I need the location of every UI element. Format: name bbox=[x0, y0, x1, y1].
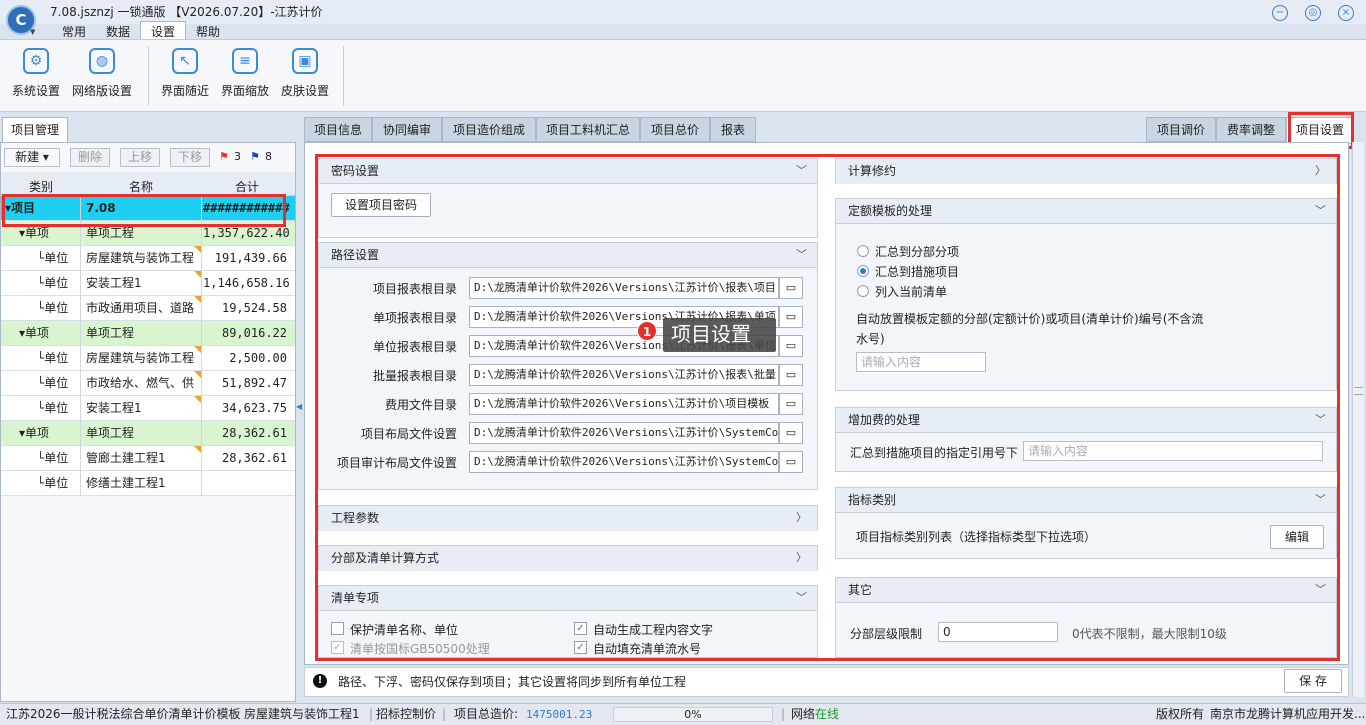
palette-icon: ▣ bbox=[292, 48, 318, 74]
status-template: 江苏2026一般计税法综合单价清单计价模板 bbox=[6, 707, 241, 721]
ribbon-separator bbox=[343, 46, 344, 106]
tab-price-adjust[interactable]: 项目调价 bbox=[1146, 117, 1216, 142]
globe-icon: ◍ bbox=[89, 48, 115, 74]
ui-zoom-button[interactable]: ≡ 界面缩放 bbox=[221, 48, 269, 99]
cursor-icon: ↖ bbox=[172, 48, 198, 74]
menu-tab-common[interactable]: 常用 bbox=[52, 22, 96, 40]
network-settings-button[interactable]: ◍ 网络版设置 bbox=[72, 48, 132, 99]
save-button[interactable]: 保 存 bbox=[1284, 669, 1342, 693]
status-network-state: 在线 bbox=[815, 707, 840, 721]
tab-cost-composition[interactable]: 项目造价组成 bbox=[442, 117, 536, 142]
col-type-header: 类别 bbox=[29, 180, 54, 194]
tree-row-unit[interactable]: └单位 安装工程1 34,623.75 bbox=[1, 396, 295, 421]
tree-row-unit[interactable]: └单位 安装工程1 1,146,658.16 bbox=[1, 271, 295, 296]
tree-row-unit[interactable]: └单位 房屋建筑与装饰工程 191,439.66 bbox=[1, 246, 295, 271]
progress-bar: 0% bbox=[613, 707, 773, 722]
tab-rate-adjust[interactable]: 费率调整 bbox=[1216, 117, 1286, 142]
step-badge: 1 bbox=[637, 321, 657, 341]
tooltip: 项目设置 bbox=[663, 318, 776, 352]
menu-tab-data[interactable]: 数据 bbox=[96, 22, 140, 40]
ribbon: ⚙ 系统设置 ◍ 网络版设置 ↖ 界面随近 ≡ 界面缩放 ▣ 皮肤设置 bbox=[0, 39, 1366, 112]
tree-row-unit[interactable]: └单位 修缮土建工程1 bbox=[1, 471, 295, 496]
gear-icon: ⚙ bbox=[23, 48, 49, 74]
tab-total-price[interactable]: 项目总价 bbox=[640, 117, 710, 142]
ui-follow-button[interactable]: ↖ 界面随近 bbox=[161, 48, 209, 99]
new-button[interactable]: 新建 ▾ bbox=[4, 148, 60, 167]
col-total-header: 合计 bbox=[235, 180, 260, 194]
tab-collab-review[interactable]: 协同编审 bbox=[372, 117, 442, 142]
status-copyright: 版权所有 bbox=[1156, 707, 1205, 721]
status-total-value: 1475001.23 bbox=[526, 708, 593, 721]
status-unit: 房屋建筑与装饰工程1 bbox=[244, 707, 360, 721]
logo-dropdown-icon[interactable]: ▼ bbox=[30, 28, 35, 36]
window-title: 7.08.jsznzj 一锁通版 【V2026.07.20】-江苏计价 bbox=[50, 5, 323, 19]
highlight-settings-area bbox=[315, 154, 1340, 661]
notice-text: 路径、下浮、密码仅保存到项目；其它设置将同步到所有单位工程 bbox=[338, 675, 687, 689]
tree-row-single[interactable]: ▾单项 单项工程 89,016.22 bbox=[1, 321, 295, 346]
menu-tabs: 常用 数据 设置 帮助 bbox=[52, 21, 230, 39]
status-total-label: 项目总造价: bbox=[454, 707, 519, 721]
collapse-arrow-icon[interactable]: ◀ bbox=[296, 402, 302, 411]
tree-row-unit[interactable]: └单位 市政给水、燃气、供 51,892.47 bbox=[1, 371, 295, 396]
tree-row-unit[interactable]: └单位 管廊土建工程1 28,362.61 bbox=[1, 446, 295, 471]
system-settings-button[interactable]: ⚙ 系统设置 bbox=[12, 48, 60, 99]
skin-settings-button[interactable]: ▣ 皮肤设置 bbox=[281, 48, 329, 99]
move-down-button[interactable]: 下移 bbox=[170, 148, 210, 167]
panel-splitter[interactable]: ◀ bbox=[296, 117, 302, 697]
highlight-project-row bbox=[2, 194, 286, 227]
status-bar: 江苏2026一般计税法综合单价清单计价模板 房屋建筑与装饰工程1 | 招标控制价… bbox=[0, 703, 1366, 725]
tree-row-unit[interactable]: └单位 市政通用项目、道路 19,524.58 bbox=[1, 296, 295, 321]
ribbon-separator bbox=[148, 46, 149, 106]
menu-tab-settings[interactable]: 设置 bbox=[140, 21, 187, 39]
project-manager-tab[interactable]: 项目管理 bbox=[2, 117, 68, 142]
scroll-grip-icon[interactable] bbox=[1354, 387, 1363, 395]
col-name-header: 名称 bbox=[129, 180, 154, 194]
warning-icon: ! bbox=[313, 674, 327, 688]
tab-project-info[interactable]: 项目信息 bbox=[304, 117, 372, 142]
red-flag-icon[interactable]: ⚑ bbox=[219, 150, 229, 163]
tree-row-single[interactable]: ▾单项 单项工程 28,362.61 bbox=[1, 421, 295, 446]
scrollbar[interactable] bbox=[1352, 142, 1364, 697]
menu-tab-help[interactable]: 帮助 bbox=[186, 22, 230, 40]
tab-material-summary[interactable]: 项目工料机汇总 bbox=[536, 117, 640, 142]
status-company: 南京市龙腾计算机应用开发... bbox=[1210, 707, 1366, 721]
status-network-label: 网络 bbox=[791, 707, 816, 721]
minimize-icon[interactable]: − bbox=[1272, 5, 1288, 21]
blue-flag-icon[interactable]: ⚑ bbox=[250, 150, 260, 163]
content-tabs: 项目信息 协同编审 项目造价组成 项目工料机汇总 项目总价 报表 项目调价 费率… bbox=[304, 117, 1354, 144]
status-control: 招标控制价 bbox=[376, 707, 437, 721]
red-flag-count: 3 bbox=[234, 150, 241, 163]
move-up-button[interactable]: 上移 bbox=[120, 148, 160, 167]
tree-header: 类别 名称 合计 bbox=[1, 172, 295, 196]
restore-icon[interactable]: ◎ bbox=[1305, 5, 1321, 21]
blue-flag-count: 8 bbox=[265, 150, 272, 163]
tree-row-unit[interactable]: └单位 房屋建筑与装饰工程 2,500.00 bbox=[1, 346, 295, 371]
close-icon[interactable]: × bbox=[1338, 5, 1354, 21]
sliders-icon: ≡ bbox=[232, 48, 258, 74]
delete-button[interactable]: 删除 bbox=[70, 148, 110, 167]
tab-reports[interactable]: 报表 bbox=[710, 117, 756, 142]
